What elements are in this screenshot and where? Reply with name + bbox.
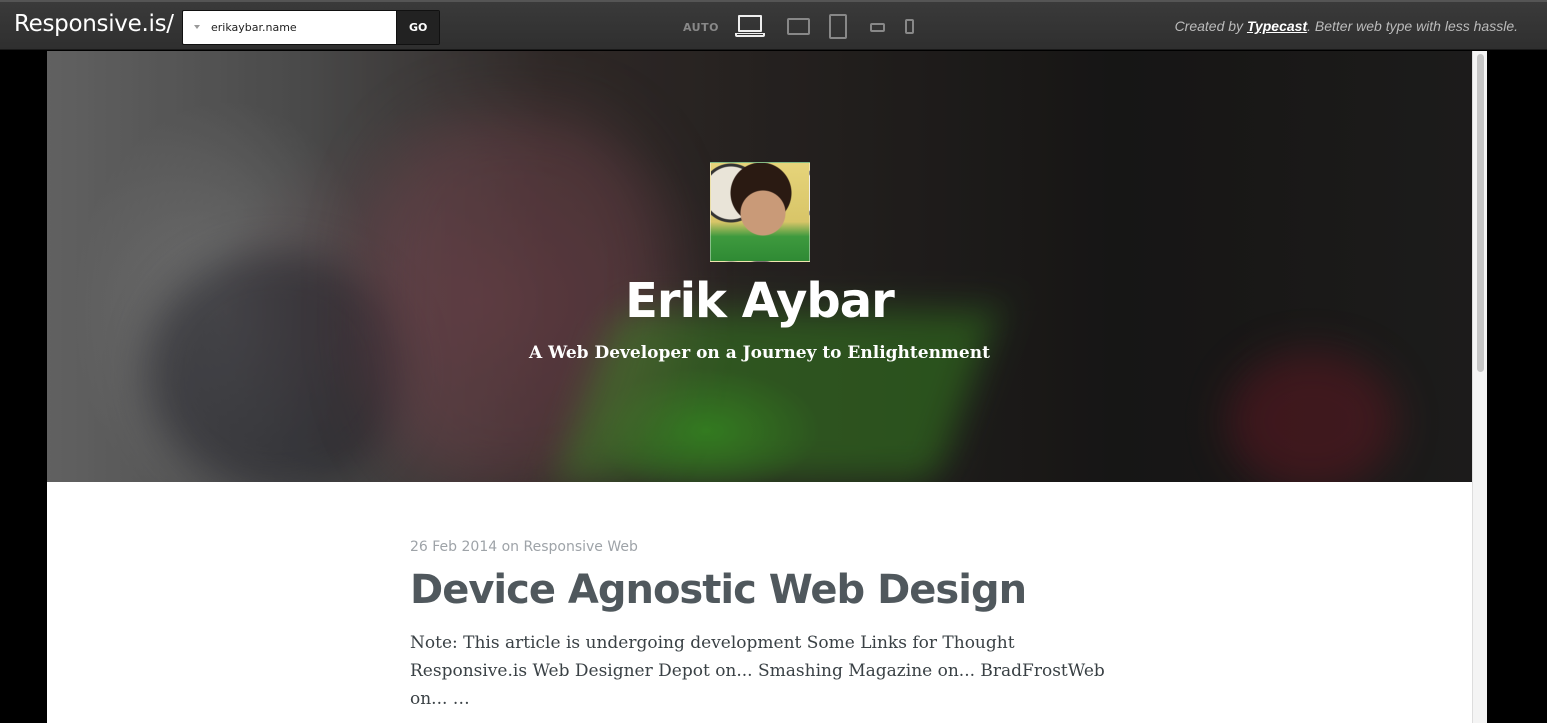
laptop-base xyxy=(735,33,765,37)
post-date: 26 Feb 2014 xyxy=(410,539,498,555)
phone-landscape-icon[interactable] xyxy=(870,23,885,32)
auto-size-button[interactable]: AUTO xyxy=(683,21,719,34)
tablet-landscape-icon[interactable] xyxy=(787,18,810,35)
phone-portrait-icon[interactable] xyxy=(905,19,914,34)
post-category-link[interactable]: Responsive Web xyxy=(523,539,637,555)
go-button[interactable]: GO xyxy=(396,11,439,44)
post-meta-on: on xyxy=(497,539,524,555)
scrollbar[interactable] xyxy=(1472,51,1487,723)
site-title[interactable]: Erik Aybar xyxy=(47,273,1472,329)
tablet-portrait-icon[interactable] xyxy=(829,14,847,39)
credit-suffix: . Better web type with less hassle. xyxy=(1307,18,1518,34)
post-preview: 26 Feb 2014 on Responsive Web Device Agn… xyxy=(410,539,1130,713)
credit-text: Created by Typecast. Better web type wit… xyxy=(1175,18,1518,34)
preview-viewport: Erik Aybar A Web Developer on a Journey … xyxy=(47,51,1472,723)
site-tagline: A Web Developer on a Journey to Enlighte… xyxy=(529,343,990,363)
laptop-screen xyxy=(738,15,762,32)
app-logo[interactable]: Responsive.is/ xyxy=(14,11,174,37)
dropdown-caret-icon[interactable] xyxy=(194,25,200,29)
toolbar: Responsive.is/ erikaybar.name GO AUTO Cr… xyxy=(0,0,1547,50)
post-excerpt: Note: This article is undergoing develop… xyxy=(410,633,1105,709)
hero-overlay xyxy=(47,51,1472,482)
url-input-value: erikaybar.name xyxy=(211,21,297,34)
typecast-link[interactable]: Typecast xyxy=(1247,18,1307,34)
post-meta: 26 Feb 2014 on Responsive Web xyxy=(410,539,1130,555)
post-title[interactable]: Device Agnostic Web Design xyxy=(410,567,1130,613)
url-bar: erikaybar.name GO xyxy=(182,10,440,45)
credit-prefix: Created by xyxy=(1174,18,1247,34)
scrollbar-thumb[interactable] xyxy=(1477,54,1484,372)
url-input[interactable]: erikaybar.name xyxy=(183,11,397,44)
laptop-icon[interactable] xyxy=(735,15,767,39)
avatar[interactable] xyxy=(710,162,810,262)
hero-banner: Erik Aybar A Web Developer on a Journey … xyxy=(47,51,1472,482)
